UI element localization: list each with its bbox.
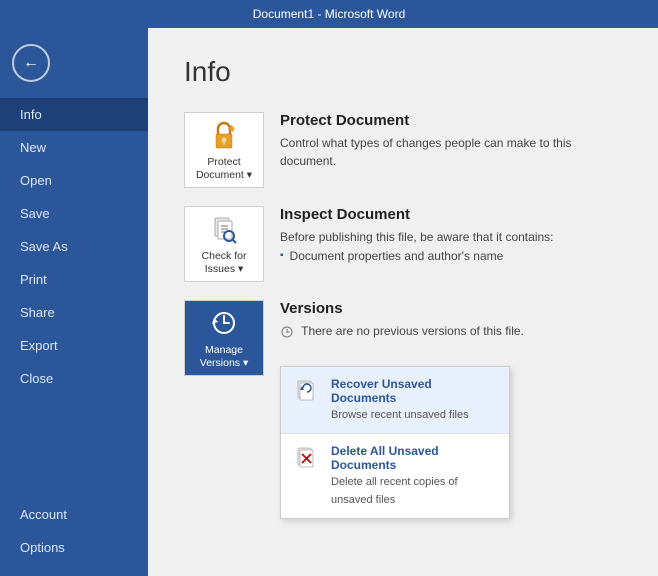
sidebar-item-label: Options [20,540,65,555]
versions-icon-label: ManageVersions ▾ [200,344,248,369]
sidebar-spacer [0,395,148,498]
sidebar-item-save[interactable]: Save [0,197,148,230]
delete-text: Delete All Unsaved Documents Delete all … [331,444,497,508]
sidebar-item-share[interactable]: Share [0,296,148,329]
sidebar-item-label: Share [20,305,55,320]
sidebar-item-close[interactable]: Close [0,362,148,395]
sidebar-item-label: New [20,140,46,155]
sidebar-item-label: Open [20,173,52,188]
delete-icon [293,444,321,472]
recover-text: Recover Unsaved Documents Browse recent … [331,377,497,423]
sidebar-item-export[interactable]: Export [0,329,148,362]
delete-documents-item[interactable]: Delete All Unsaved Documents Delete all … [281,434,509,518]
sidebar: ← Info New Open Save Save As Print Share… [0,28,148,576]
title-bar: Document1 - Microsoft Word [0,0,658,28]
app-body: ← Info New Open Save Save As Print Share… [0,28,658,576]
inspect-icon-label: Check forIssues ▾ [202,250,247,275]
back-button[interactable]: ← [12,44,50,82]
sidebar-item-print[interactable]: Print [0,263,148,296]
sidebar-item-label: Account [20,507,67,522]
recover-sublabel: Browse recent unsaved files [331,409,469,421]
inspect-bullet-1: Document properties and author's name [280,249,554,263]
page-title: Info [184,56,622,88]
sidebar-item-label: Print [20,272,47,287]
versions-description: There are no previous versions of this f… [280,322,524,340]
delete-label: Delete All Unsaved Documents [331,444,497,472]
back-icon: ← [23,54,39,72]
versions-button[interactable]: ManageVersions ▾ [184,300,264,376]
sidebar-item-account[interactable]: Account [0,498,148,531]
sidebar-item-label: Save [20,206,50,221]
sidebar-item-info[interactable]: Info [0,98,148,131]
protect-description: Control what types of changes people can… [280,134,622,170]
versions-icon [207,306,241,340]
main-content: Info ProtectDocument ▾ Protect Document … [148,28,658,576]
recover-documents-item[interactable]: Recover Unsaved Documents Browse recent … [281,367,509,433]
protect-icon-label: ProtectDocument ▾ [196,156,252,181]
inspect-heading: Inspect Document [280,206,554,223]
versions-section: ManageVersions ▾ Versions There are no p… [184,300,622,376]
delete-sublabel: Delete all recent copies of unsaved file… [331,476,458,506]
versions-small-icon [280,325,294,339]
protect-text: Protect Document Control what types of c… [280,112,622,170]
versions-text: Versions There are no previous versions … [280,300,524,340]
inspect-text: Inspect Document Before publishing this … [280,206,554,263]
title-text: Document1 - Microsoft Word [253,7,406,21]
versions-heading: Versions [280,300,524,317]
inspect-section: Check forIssues ▾ Inspect Document Befor… [184,206,622,282]
lock-icon [208,118,240,152]
inspect-description: Before publishing this file, be aware th… [280,228,554,246]
sidebar-item-open[interactable]: Open [0,164,148,197]
protect-button[interactable]: ProtectDocument ▾ [184,112,264,188]
recover-label: Recover Unsaved Documents [331,377,497,405]
sidebar-item-new[interactable]: New [0,131,148,164]
sidebar-item-options[interactable]: Options [0,531,148,564]
versions-dropdown: Recover Unsaved Documents Browse recent … [280,366,510,519]
protect-heading: Protect Document [280,112,622,129]
sidebar-item-label: Close [20,371,53,386]
sidebar-item-label: Export [20,338,58,353]
recover-icon [293,377,321,405]
sidebar-item-saveas[interactable]: Save As [0,230,148,263]
inspect-button[interactable]: Check forIssues ▾ [184,206,264,282]
inspect-icon [207,212,241,246]
sidebar-bottom: Account Options [0,498,148,576]
protect-section: ProtectDocument ▾ Protect Document Contr… [184,112,622,188]
sidebar-item-label: Info [20,107,42,122]
sidebar-item-label: Save As [20,239,68,254]
